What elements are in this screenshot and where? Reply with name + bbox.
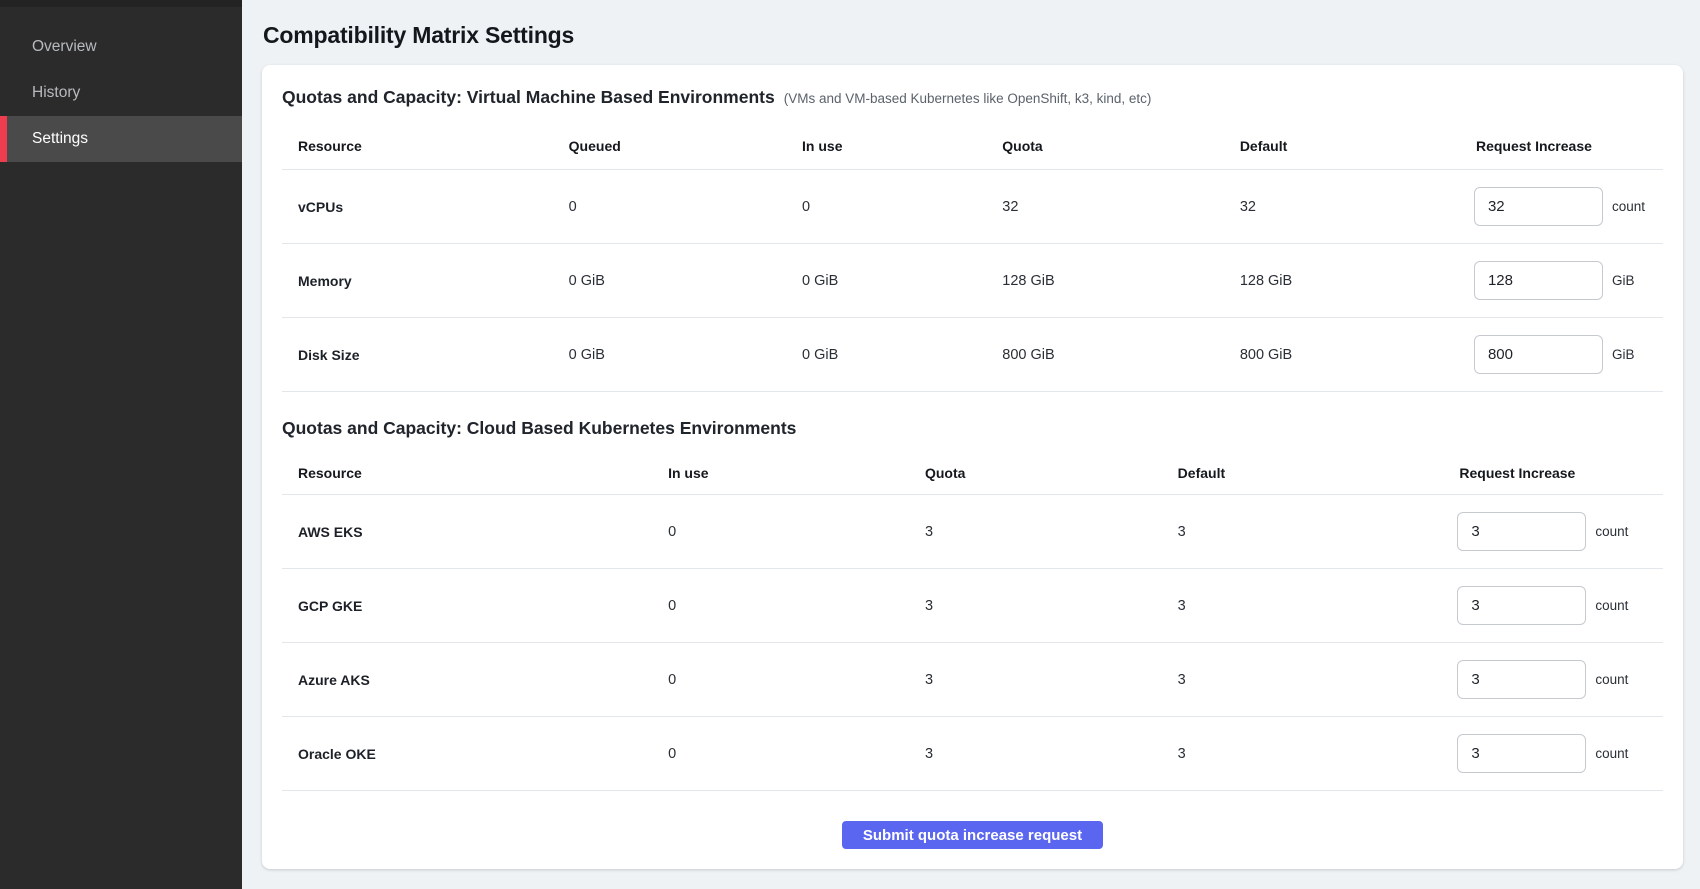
quota-value: 128 GiB xyxy=(986,273,1224,289)
default-value: 800 GiB xyxy=(1224,347,1460,363)
unit-label: count xyxy=(1595,672,1628,687)
column-header-resource: Resource xyxy=(282,465,652,481)
column-header-in-use: In use xyxy=(652,465,909,481)
column-header-queued: Queued xyxy=(553,138,786,154)
default-value: 32 xyxy=(1224,199,1460,215)
section-title: Quotas and Capacity: Virtual Machine Bas… xyxy=(282,87,775,108)
resource-name: vCPUs xyxy=(282,199,553,215)
request-increase-input-azure-aks[interactable] xyxy=(1457,660,1586,699)
column-header-default: Default xyxy=(1162,465,1444,481)
in-use-value: 0 GiB xyxy=(786,347,986,363)
unit-label: count xyxy=(1595,524,1628,539)
resource-name: Azure AKS xyxy=(282,672,652,688)
quota-value: 3 xyxy=(909,672,1162,688)
table-row-azure-aks: Azure AKS 0 3 3 count xyxy=(282,643,1663,717)
quota-value: 800 GiB xyxy=(986,347,1224,363)
quota-value: 3 xyxy=(909,598,1162,614)
default-value: 3 xyxy=(1162,524,1444,540)
unit-label: count xyxy=(1595,746,1628,761)
settings-card: Quotas and Capacity: Virtual Machine Bas… xyxy=(262,65,1683,869)
section-heading: Quotas and Capacity: Virtual Machine Bas… xyxy=(282,87,1663,108)
sidebar-item-label: Overview xyxy=(32,38,97,56)
queued-value: 0 GiB xyxy=(553,273,786,289)
resource-name: Disk Size xyxy=(282,347,553,363)
unit-label: count xyxy=(1595,598,1628,613)
submit-row: Submit quota increase request xyxy=(282,821,1663,849)
sidebar-item-history[interactable]: History xyxy=(0,70,242,116)
table-row-oracle-oke: Oracle OKE 0 3 3 count xyxy=(282,717,1663,791)
column-header-resource: Resource xyxy=(282,138,553,154)
section-subtitle: (VMs and VM-based Kubernetes like OpenSh… xyxy=(784,91,1152,106)
request-increase-input-oracle-oke[interactable] xyxy=(1457,734,1586,773)
table-header-row: Resource In use Quota Default Request In… xyxy=(282,451,1663,495)
in-use-value: 0 xyxy=(652,746,909,762)
table-row-memory: Memory 0 GiB 0 GiB 128 GiB 128 GiB GiB xyxy=(282,244,1663,318)
default-value: 3 xyxy=(1162,598,1444,614)
column-header-request-increase: Request Increase xyxy=(1443,465,1663,481)
resource-name: GCP GKE xyxy=(282,598,652,614)
unit-label: count xyxy=(1612,199,1645,214)
in-use-value: 0 xyxy=(786,199,986,215)
sidebar-item-label: Settings xyxy=(32,130,88,148)
resource-name: Oracle OKE xyxy=(282,746,652,762)
in-use-value: 0 xyxy=(652,672,909,688)
section-cloud-kubernetes: Quotas and Capacity: Cloud Based Kuberne… xyxy=(282,418,1663,791)
quota-value: 3 xyxy=(909,524,1162,540)
default-value: 3 xyxy=(1162,672,1444,688)
sidebar-item-settings[interactable]: Settings xyxy=(0,116,242,162)
quota-value: 3 xyxy=(909,746,1162,762)
table-row-aws-eks: AWS EKS 0 3 3 count xyxy=(282,495,1663,569)
column-header-default: Default xyxy=(1224,138,1460,154)
sidebar-item-overview[interactable]: Overview xyxy=(0,24,242,70)
submit-quota-increase-button[interactable]: Submit quota increase request xyxy=(842,821,1103,849)
section-vm-environments: Quotas and Capacity: Virtual Machine Bas… xyxy=(282,87,1663,392)
table-row-vcpus: vCPUs 0 0 32 32 count xyxy=(282,170,1663,244)
sidebar-item-label: History xyxy=(32,84,80,102)
queued-value: 0 xyxy=(553,199,786,215)
table-header-row: Resource Queued In use Quota Default Req… xyxy=(282,122,1663,170)
resource-name: AWS EKS xyxy=(282,524,652,540)
request-increase-input-disk-size[interactable] xyxy=(1474,335,1603,374)
queued-value: 0 GiB xyxy=(553,347,786,363)
unit-label: GiB xyxy=(1612,347,1635,362)
quota-value: 32 xyxy=(986,199,1224,215)
in-use-value: 0 xyxy=(652,524,909,540)
table-row-disk-size: Disk Size 0 GiB 0 GiB 800 GiB 800 GiB Gi… xyxy=(282,318,1663,392)
column-header-quota: Quota xyxy=(986,138,1224,154)
column-header-in-use: In use xyxy=(786,138,986,154)
unit-label: GiB xyxy=(1612,273,1635,288)
section-heading: Quotas and Capacity: Cloud Based Kuberne… xyxy=(282,418,1663,439)
default-value: 128 GiB xyxy=(1224,273,1460,289)
sidebar: Overview History Settings xyxy=(0,0,242,889)
request-increase-input-aws-eks[interactable] xyxy=(1457,512,1586,551)
main-content: Compatibility Matrix Settings Quotas and… xyxy=(242,0,1700,889)
resource-name: Memory xyxy=(282,273,553,289)
column-header-request-increase: Request Increase xyxy=(1460,138,1663,154)
request-increase-input-memory[interactable] xyxy=(1474,261,1603,300)
in-use-value: 0 GiB xyxy=(786,273,986,289)
page-title: Compatibility Matrix Settings xyxy=(263,22,1683,49)
table-row-gcp-gke: GCP GKE 0 3 3 count xyxy=(282,569,1663,643)
request-increase-input-vcpus[interactable] xyxy=(1474,187,1603,226)
active-accent-bar xyxy=(0,116,7,162)
in-use-value: 0 xyxy=(652,598,909,614)
column-header-quota: Quota xyxy=(909,465,1162,481)
section-title: Quotas and Capacity: Cloud Based Kuberne… xyxy=(282,418,796,439)
default-value: 3 xyxy=(1162,746,1444,762)
request-increase-input-gcp-gke[interactable] xyxy=(1457,586,1586,625)
